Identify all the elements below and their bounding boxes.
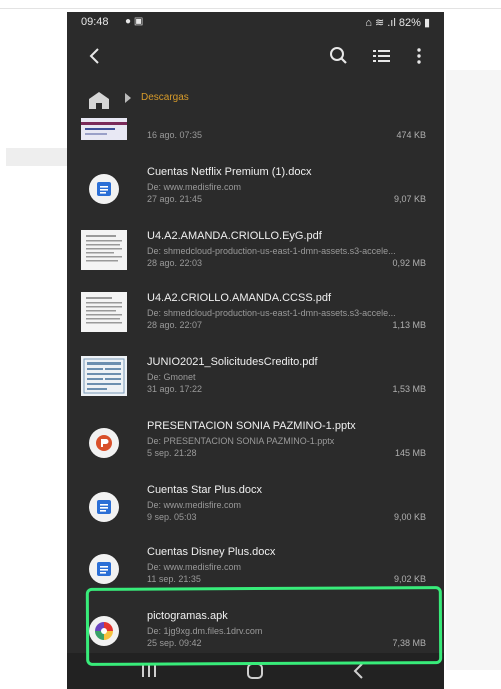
file-size: 9,00 KB bbox=[393, 512, 426, 522]
chevron-right-icon bbox=[125, 93, 131, 103]
file-title: U4.A2.CRIOLLO.AMANDA.CCSS.pdf bbox=[147, 292, 332, 304]
file-size: 1,13 MB bbox=[392, 320, 426, 330]
home-icon[interactable] bbox=[87, 90, 111, 110]
green-highlight-annotation bbox=[85, 586, 443, 666]
notification-icons: ● ▣ bbox=[125, 16, 144, 27]
file-date: 28 ago. 22:07 bbox=[147, 320, 203, 330]
word-file-icon bbox=[89, 492, 119, 522]
file-thumbnail bbox=[81, 230, 127, 270]
file-thumbnail bbox=[81, 292, 127, 332]
file-row[interactable]: Cuentas Netflix Premium (1).docx De: www… bbox=[67, 160, 444, 222]
status-bar: 09:48 ● ▣ ⌂ ≋ .ıl 82% ▮ bbox=[67, 12, 444, 34]
file-source: De: www.medisfire.com bbox=[147, 562, 242, 572]
file-size: 9,07 KB bbox=[393, 194, 426, 204]
file-title: JUNIO2021_SolicitudesCredito.pdf bbox=[147, 356, 318, 368]
file-title: Cuentas Disney Plus.docx bbox=[147, 546, 276, 558]
more-vert-icon[interactable] bbox=[405, 42, 433, 70]
file-title: PRESENTACION SONIA PAZMINO-1.pptx bbox=[147, 420, 356, 432]
file-date: 31 ago. 17:22 bbox=[147, 384, 203, 394]
file-row[interactable]: U4.A2.CRIOLLO.AMANDA.CCSS.pdf De: shmedc… bbox=[67, 286, 444, 348]
background-panel-right bbox=[446, 70, 501, 670]
file-row[interactable]: U4.A2.AMANDA.CRIOLLO.EyG.pdf De: shmedcl… bbox=[67, 224, 444, 286]
file-date: 27 ago. 21:45 bbox=[147, 194, 203, 204]
breadcrumb-folder[interactable]: Descargas bbox=[141, 92, 189, 103]
file-date: 9 sep. 05:03 bbox=[147, 512, 197, 522]
file-title: Cuentas Netflix Premium (1).docx bbox=[147, 166, 312, 178]
word-file-icon bbox=[89, 554, 119, 584]
status-time: 09:48 bbox=[81, 16, 109, 28]
file-size: 0,92 MB bbox=[392, 258, 426, 268]
back-arrow-icon[interactable] bbox=[81, 42, 109, 70]
file-date: 16 ago. 07:35 bbox=[147, 130, 203, 140]
file-thumbnail bbox=[81, 118, 127, 140]
file-source: De: shmedcloud-production-us-east-1-dmn-… bbox=[147, 246, 396, 256]
file-date: 28 ago. 22:03 bbox=[147, 258, 203, 268]
word-file-icon bbox=[89, 174, 119, 204]
status-right: ⌂ ≋ .ıl 82% ▮ bbox=[365, 16, 430, 29]
breadcrumb: Descargas bbox=[67, 86, 444, 116]
file-row[interactable]: 16 ago. 07:35 474 KB bbox=[67, 116, 444, 152]
file-date: 5 sep. 21:28 bbox=[147, 448, 197, 458]
file-date: 11 sep. 21:35 bbox=[147, 574, 201, 584]
wifi-signal-icon: ⌂ ≋ .ıl bbox=[365, 17, 399, 29]
file-source: De: www.medisfire.com bbox=[147, 500, 242, 510]
file-title: Cuentas Star Plus.docx bbox=[147, 484, 262, 496]
file-source: De: www.medisfire.com bbox=[147, 182, 242, 192]
toolbar bbox=[67, 34, 444, 78]
file-source: De: Gmonet bbox=[147, 372, 196, 382]
list-view-icon[interactable] bbox=[367, 42, 395, 70]
file-source: De: PRESENTACION SONIA PAZMINO-1.pptx bbox=[147, 436, 335, 446]
file-row[interactable]: Cuentas Star Plus.docx De: www.medisfire… bbox=[67, 478, 444, 540]
file-size: 474 KB bbox=[396, 130, 426, 140]
powerpoint-file-icon bbox=[89, 428, 119, 458]
file-size: 9,02 KB bbox=[393, 574, 426, 584]
battery-icon: ▮ bbox=[420, 17, 430, 29]
file-row[interactable]: PRESENTACION SONIA PAZMINO-1.pptx De: PR… bbox=[67, 414, 444, 476]
background-panel bbox=[6, 148, 68, 166]
battery-level: 82% bbox=[398, 17, 421, 29]
file-thumbnail bbox=[81, 356, 127, 396]
document-rule bbox=[0, 8, 501, 9]
file-size: 145 MB bbox=[394, 448, 426, 458]
file-source: De: shmedcloud-production-us-east-1-dmn-… bbox=[147, 308, 396, 318]
file-row[interactable]: JUNIO2021_SolicitudesCredito.pdf De: Gmo… bbox=[67, 350, 444, 412]
file-size: 1,53 MB bbox=[392, 384, 426, 394]
file-title: U4.A2.AMANDA.CRIOLLO.EyG.pdf bbox=[147, 230, 322, 242]
search-icon[interactable] bbox=[325, 42, 353, 70]
